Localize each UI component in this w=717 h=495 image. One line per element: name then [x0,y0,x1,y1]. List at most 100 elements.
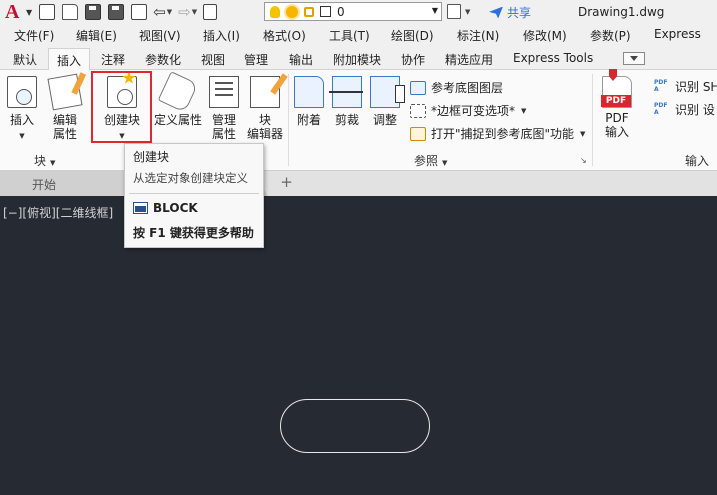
attach-button[interactable]: 附着 [292,76,326,128]
tab-manage[interactable]: 管理 [244,51,268,68]
frame-icon [410,103,426,118]
tab-insert[interactable]: 插入 [48,48,91,74]
edit-attribute-label-2: 属性 [52,127,77,141]
menu-insert[interactable]: 插入(I) [203,27,240,44]
reference-panel-title[interactable]: 参照 ▼ [414,152,447,169]
menu-parametric[interactable]: 参数(P) [590,27,631,44]
share-button[interactable]: 共享 [489,4,531,21]
tab-featured-apps[interactable]: 精选应用 [445,51,493,68]
chevron-down-icon: ▼ [50,159,56,167]
menu-edit[interactable]: 编辑(E) [76,27,117,44]
adjust-button[interactable]: 调整 [368,76,405,128]
new-file-icon[interactable] [39,4,56,20]
insert-block-button[interactable]: 插入 ▼ [5,76,39,144]
edit-attribute-icon [47,73,83,111]
edit-attribute-button[interactable]: 编辑 属性 [47,73,83,142]
block-panel-title[interactable]: 块 ▼ [34,152,55,169]
chevron-down-icon: ▼ [580,129,586,138]
panel-divider [592,74,593,166]
layer-color-swatch [320,6,331,17]
recognize-shx-icon: PDF A [654,78,668,93]
tab-default[interactable]: 默认 [13,51,37,68]
quick-access-toolbar: A ▼ ⇦ ▼ ⇨ ▼ 0 ▼ ▼ 共享 Drawing1.dwg [0,0,717,24]
tooltip-title: 创建块 [133,150,170,164]
menu-view[interactable]: 视图(V) [139,27,181,44]
layer-dropdown[interactable]: 0 ▼ [264,2,442,21]
pdf-icon: PDF [601,76,632,108]
tab-express-tools[interactable]: Express Tools [513,51,593,65]
tab-addins[interactable]: 附加模块 [333,51,381,68]
manage-attributes-label-2: 属性 [211,127,236,141]
app-logo-icon[interactable]: A [5,2,23,22]
block-panel-label: 块 [34,154,47,168]
pdf-import-label-2: 输入 [604,125,629,139]
manage-attributes-button[interactable]: 管理 属性 [207,76,241,142]
menu-tools[interactable]: 工具(T) [329,27,370,44]
insert-block-label: 插入 [9,113,34,127]
undo-icon[interactable]: ⇦ [153,3,166,21]
file-tab-bar: 开始 + [0,171,717,196]
create-block-highlight [91,71,152,143]
tab-annotate[interactable]: 注释 [101,51,125,68]
customize-chevron-down-icon[interactable]: ▼ [465,8,470,16]
undo-chevron-down-icon[interactable]: ▼ [167,8,172,16]
frame-variable-label: *边框可变选项* [431,104,516,118]
tooltip-help-text: 按 F1 键获得更多帮助 [133,226,254,240]
tooltip-command: BLOCK [153,201,198,215]
recognize-settings-icon: PDF A [654,101,668,116]
layer-manager-icon[interactable] [203,4,218,20]
redo-chevron-down-icon[interactable]: ▼ [192,8,197,16]
chevron-down-icon: ▼ [19,132,25,140]
clip-button[interactable]: 剪裁 [329,76,364,128]
redo-icon[interactable]: ⇨ [178,3,191,21]
tooltip-divider [129,193,259,194]
ribbon-tab-bar: 默认 插入 注释 参数化 视图 管理 输出 附加模块 协作 精选应用 Expre… [0,46,717,74]
snap-to-underlay-dropdown[interactable]: 打开"捕捉到参考底图"功能 ▼ [410,125,585,142]
clip-label: 剪裁 [334,113,359,127]
drawing-canvas[interactable]: [−][俯视][二维线框] [0,196,717,495]
pdf-import-button[interactable]: PDF PDF 输入 [599,76,635,140]
define-attribute-button[interactable]: 定义属性 [152,71,204,128]
dialog-launcher-icon[interactable]: ↘ [580,156,587,165]
insert-block-icon [7,76,37,108]
underlay-layers-icon [410,80,426,95]
block-editor-label-2: 编辑器 [246,127,283,141]
recognize-shx-button[interactable]: PDF A 识别 SH [654,78,717,95]
menu-draw[interactable]: 绘图(D) [391,27,434,44]
menu-file[interactable]: 文件(F) [14,27,54,44]
workspace-icon[interactable] [447,4,461,19]
add-tab-button[interactable]: + [279,175,294,190]
snap-to-underlay-label: 打开"捕捉到参考底图"功能 [431,127,575,141]
tab-collaborate[interactable]: 协作 [401,51,425,68]
viewport-controls[interactable]: [−][俯视][二维线框] [3,204,113,221]
underlay-layers-label: 参考底图图层 [431,81,504,95]
layer-thaw-sun-icon [286,5,298,18]
recognize-settings-button[interactable]: PDF A 识别 设 [654,101,715,118]
menu-dimension[interactable]: 标注(N) [457,27,499,44]
save-icon[interactable] [85,4,102,20]
menu-modify[interactable]: 修改(M) [523,27,567,44]
command-icon [133,202,148,214]
tooltip-command-row: BLOCK [133,201,198,215]
tag-icon [157,71,199,113]
block-editor-button[interactable]: 块 编辑器 [245,76,285,142]
tab-view[interactable]: 视图 [201,51,225,68]
menu-express[interactable]: Express [654,27,701,41]
app-menu-chevron-down-icon[interactable]: ▼ [26,8,32,17]
menu-format[interactable]: 格式(O) [263,27,306,44]
rounded-rectangle-shape[interactable] [280,399,430,453]
recognize-settings-label: 识别 设 [675,103,715,117]
print-icon[interactable] [131,4,148,20]
underlay-layers-button[interactable]: 参考底图图层 [410,79,503,96]
frame-variable-dropdown[interactable]: *边框可变选项* ▼ [410,102,526,119]
pdf-badge: PDF [601,95,631,107]
tab-parametric[interactable]: 参数化 [145,51,181,68]
save-as-icon[interactable] [108,4,125,20]
ribbon-minimize-button[interactable] [623,52,645,65]
open-folder-icon[interactable] [62,4,79,20]
layer-unlock-icon [304,6,314,17]
adjust-label: 调整 [372,113,397,127]
clip-icon [329,76,363,108]
import-panel-title: 输入 [685,154,710,168]
tab-output[interactable]: 输出 [289,51,313,68]
